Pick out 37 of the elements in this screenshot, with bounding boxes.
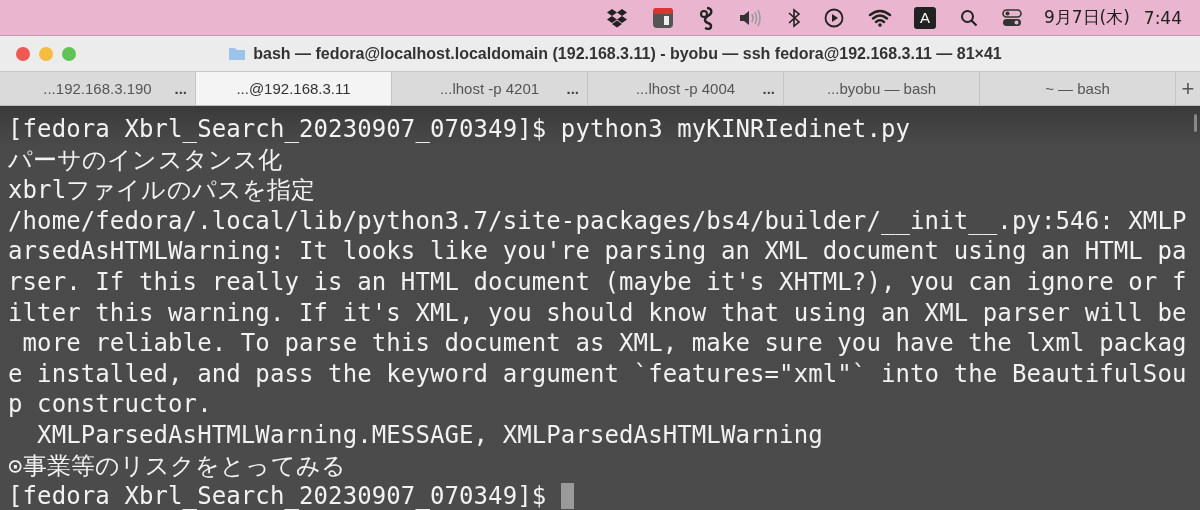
tab[interactable]: ...lhost -p 4201 ... [392,72,588,105]
bluetooth-icon[interactable] [787,7,800,28]
terminal-line: [fedora Xbrl_Search_20230907_070349]$ python3 myKINRIedinet.py [8,114,911,145]
scroll-indicator [1194,114,1197,132]
terminal-line: ilter this warning. If it's XML, you should know that using an XML parser will be [8,297,1187,329]
new-tab-button[interactable]: + [1176,72,1200,105]
terminal-line: more reliable. To parse this document as XML, make sure you have the lxml packag [21,328,1187,359]
wifi-icon[interactable] [867,8,892,27]
control-center-icon[interactable] [1001,7,1022,28]
tab-options[interactable]: ... [566,80,579,97]
calendar-app-icon[interactable] [651,6,674,29]
terminal-line: パーサのインスタンス化 [8,144,283,176]
terminal-line: arsedAsHTMLWarning: It looks like you're parsing an XML document using an HTML pa [8,236,1187,267]
menu-bar-date[interactable]: 9月7日(木) [1043,6,1130,29]
tab[interactable]: ~ — bash [980,72,1176,105]
folder-icon [228,46,247,61]
tab[interactable]: ...lhost -p 4004 ... [588,72,784,105]
terminal-line: xbrlファイルのパスを指定 [8,175,316,206]
input-source-indicator[interactable]: A [913,6,936,29]
tab-options[interactable]: ... [762,80,775,97]
terminal-line: rser. If this really is an HTML document (maybe it's XHTML?), you can ignore or f [8,266,1187,298]
play-icon[interactable] [823,7,844,28]
tab[interactable]: ...@192.168.3.11 [196,72,392,105]
terminal-line: p constructor. [8,389,212,420]
terminal-line: XMLParsedAsHTMLWarning.MESSAGE, XMLParsedAsHTMLWarning [36,419,823,451]
menu-bar-clock[interactable]: 7:44 [1143,7,1182,28]
volume-icon[interactable] [737,8,764,27]
terminal-line: [fedora Xbrl_Search_20230907_070349]$ [8,481,574,510]
tab[interactable]: ...byobu — bash [784,72,980,105]
terminal-line: ⊙事業等のリスクをとってみる [8,450,346,482]
search-icon[interactable] [959,8,978,27]
dropbox-icon[interactable] [605,7,628,28]
window-title: bash — fedora@localhost.localdomain (192.168.3.11) - byobu — ssh fedora@192.168.3.11 — 81×41 [253,44,1002,63]
terminal-line: /home/fedora/.local/lib/python3.7/site-packages/bs4/builder/__init__.py:546: XMLP [8,205,1187,237]
tab-options[interactable]: ... [174,80,187,97]
terminal-line: e installed, and pass the keyword argument `features="xml"` into the BeautifulSou [8,358,1187,390]
close-button[interactable] [16,47,30,61]
